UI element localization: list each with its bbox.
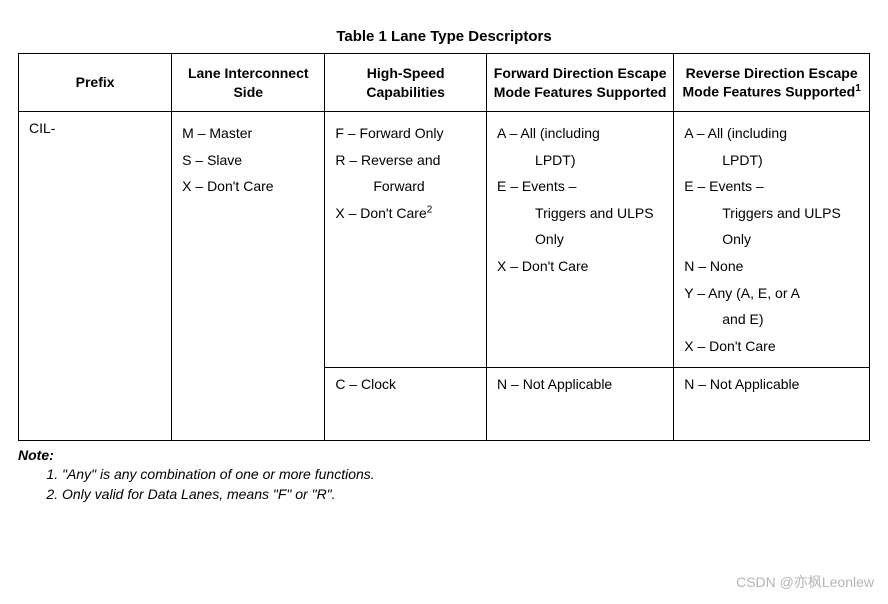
rev-item-cont: Triggers and ULPS Only — [684, 200, 859, 253]
fwd-item: E – Events – — [497, 178, 576, 194]
rev-item: A – All (including — [684, 125, 787, 141]
hispeed-item: X – Don't Care — [335, 205, 426, 221]
header-side: Lane Interconnect Side — [172, 54, 325, 112]
cell-fwd: A – All (including LPDT) E – Events – Tr… — [487, 112, 674, 368]
note-item: "Any" is any combination of one or more … — [62, 465, 870, 485]
side-item: M – Master — [182, 125, 252, 141]
header-rev: Reverse Direction Escape Mode Features S… — [674, 54, 870, 112]
rev-item: Y – Any (A, E, or A — [684, 285, 800, 301]
note-item: Only valid for Data Lanes, means "F" or … — [62, 485, 870, 505]
cell-rev-na: N – Not Applicable — [674, 368, 870, 441]
table-row: CIL- M – Master S – Slave X – Don't Care… — [19, 112, 870, 368]
hispeed-footnote: 2 — [427, 204, 433, 215]
header-hispeed: High-Speed Capabilities — [325, 54, 487, 112]
notes-list: "Any" is any combination of one or more … — [44, 465, 870, 504]
header-rev-footnote: 1 — [855, 83, 861, 94]
cell-rev: A – All (including LPDT) E – Events – Tr… — [674, 112, 870, 368]
fwd-item-cont: LPDT) — [497, 147, 663, 174]
note-heading: Note: — [18, 447, 870, 463]
rev-item: N – None — [684, 258, 743, 274]
hispeed-item-cont: Forward — [335, 173, 476, 200]
cell-side: M – Master S – Slave X – Don't Care — [172, 112, 325, 441]
hispeed-item: R – Reverse and — [335, 152, 440, 168]
cell-hispeed-clock: C – Clock — [325, 368, 487, 441]
fwd-item-cont: Triggers and ULPS Only — [497, 200, 663, 253]
fwd-item: X – Don't Care — [497, 258, 588, 274]
fwd-item: A – All (including — [497, 125, 600, 141]
header-fwd: Forward Direction Escape Mode Features S… — [487, 54, 674, 112]
watermark: CSDN @亦枫Leonlew — [736, 572, 874, 592]
rev-item-cont: and E) — [684, 306, 859, 333]
rev-item: E – Events – — [684, 178, 763, 194]
cell-fwd-na: N – Not Applicable — [487, 368, 674, 441]
side-item: S – Slave — [182, 152, 242, 168]
cell-prefix: CIL- — [19, 112, 172, 441]
lane-type-table: Prefix Lane Interconnect Side High-Speed… — [18, 53, 870, 441]
rev-item: X – Don't Care — [684, 338, 775, 354]
side-item: X – Don't Care — [182, 178, 273, 194]
cell-hispeed: F – Forward Only R – Reverse and Forward… — [325, 112, 487, 368]
rev-item-cont: LPDT) — [684, 147, 859, 174]
hispeed-item: F – Forward Only — [335, 125, 443, 141]
header-prefix: Prefix — [19, 54, 172, 112]
header-rev-text: Reverse Direction Escape Mode Features S… — [683, 65, 858, 100]
table-header-row: Prefix Lane Interconnect Side High-Speed… — [19, 54, 870, 112]
table-title: Table 1 Lane Type Descriptors — [18, 28, 870, 45]
